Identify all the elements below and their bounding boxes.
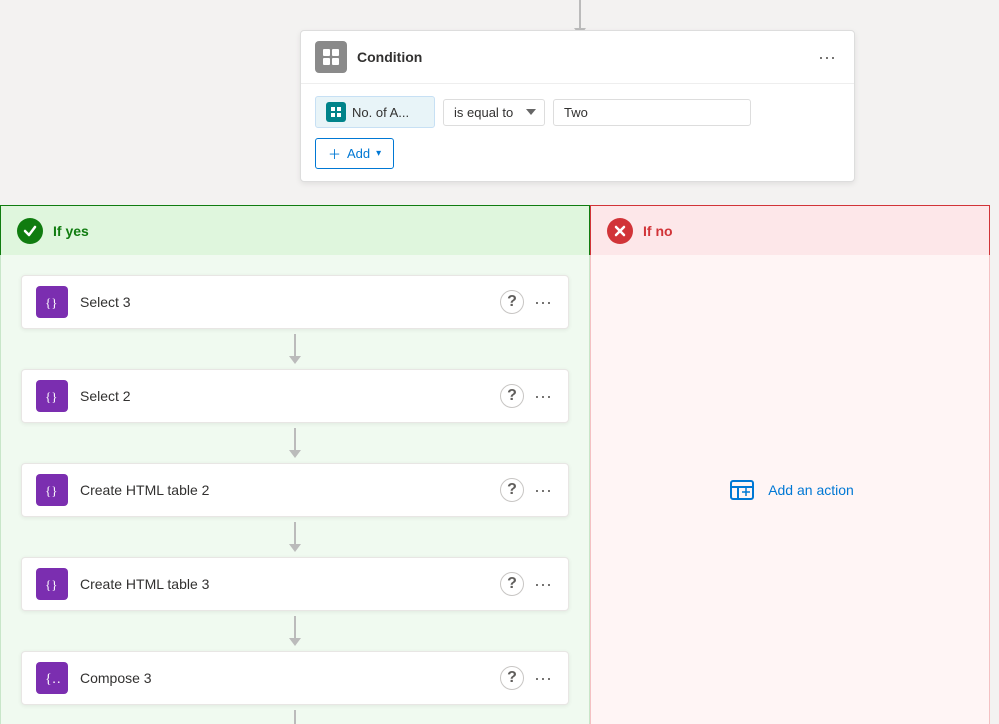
vline-3 [294,522,296,544]
vline-2 [294,428,296,450]
svg-text:{…}: {…} [45,672,61,687]
connector-3 [21,517,569,557]
yes-check-icon [17,218,43,244]
condition-more-button[interactable]: ··· [814,48,840,66]
compose3-label: Compose 3 [80,670,500,686]
condition-icon [315,41,347,73]
no-x-icon [607,218,633,244]
svg-text:{}: {} [45,577,57,592]
branch-no-header: If no [590,205,990,255]
condition-icon-svg [321,47,341,67]
select3-more-button[interactable]: ··· [532,292,554,313]
connector-4 [21,611,569,651]
branch-no-body: Add an action [590,255,990,724]
select3-help-button[interactable]: ? [500,290,524,314]
condition-block: Condition ··· No. of A... [300,30,855,182]
compose3-icon: {…} [36,662,68,694]
connector-2 [21,423,569,463]
branch-no-label: If no [643,223,673,239]
action-card-html3: {} Create HTML table 3 ? ··· [21,557,569,611]
field-icon [326,102,346,122]
html2-icon-svg: {} [43,481,61,499]
select2-actions: ? ··· [500,384,554,408]
add-action-icon [726,474,758,506]
select3-icon-svg: {} [43,293,61,311]
x-svg [613,224,627,238]
action-card-html2: {} Create HTML table 2 ? ··· [21,463,569,517]
select3-label: Select 3 [80,294,500,310]
select2-more-button[interactable]: ··· [532,386,554,407]
html3-more-button[interactable]: ··· [532,574,554,595]
arrow-3 [289,544,301,552]
add-action-button[interactable]: Add an action [714,466,866,514]
html2-label: Create HTML table 2 [80,482,500,498]
select3-actions: ? ··· [500,290,554,314]
condition-value-input[interactable] [553,99,751,126]
action-card-select2: {} Select 2 ? ··· [21,369,569,423]
add-chevron: ▾ [376,148,381,159]
compose3-more-button[interactable]: ··· [532,668,554,689]
branch-yes-body: {} Select 3 ? ··· [0,255,590,724]
select3-icon: {} [36,286,68,318]
add-label: Add [347,146,370,161]
html3-label: Create HTML table 3 [80,576,500,592]
checkmark-svg [23,224,37,238]
html2-icon: {} [36,474,68,506]
select2-help-button[interactable]: ? [500,384,524,408]
action-card-compose3: {…} Compose 3 ? ··· [21,651,569,705]
condition-title: Condition [357,49,814,65]
arrow-4 [289,638,301,646]
select2-icon-svg: {} [43,387,61,405]
arrow-2 [289,450,301,458]
condition-operator-select[interactable]: is equal to [443,99,545,126]
svg-text:{}: {} [45,483,57,498]
field-icon-svg [330,106,342,118]
condition-add-button[interactable]: ＋ Add ▾ [315,138,394,169]
connector-5 [21,705,569,724]
html2-more-button[interactable]: ··· [532,480,554,501]
condition-add-row: ＋ Add ▾ [315,138,840,169]
flow-canvas: Condition ··· No. of A... [0,0,999,724]
connector-1 [21,329,569,369]
html2-actions: ? ··· [500,478,554,502]
html3-actions: ? ··· [500,572,554,596]
html3-icon: {} [36,568,68,600]
select2-label: Select 2 [80,388,500,404]
condition-header: Condition ··· [301,31,854,84]
condition-body: No. of A... is equal to ＋ Add ▾ [301,84,854,181]
html3-icon-svg: {} [43,575,61,593]
condition-field-label: No. of A... [352,105,409,120]
branch-no: If no Add an action [590,205,990,724]
add-plus: ＋ [328,144,341,163]
connector-line [579,0,581,28]
condition-field[interactable]: No. of A... [315,96,435,128]
add-action-label: Add an action [768,482,854,498]
html2-help-button[interactable]: ? [500,478,524,502]
compose3-help-button[interactable]: ? [500,666,524,690]
add-action-svg [730,478,754,502]
vline-4 [294,616,296,638]
branches-container: If yes {} Select 3 ? ··· [0,205,999,724]
branch-yes-label: If yes [53,223,89,239]
svg-text:{}: {} [45,389,57,404]
compose3-actions: ? ··· [500,666,554,690]
compose3-icon-svg: {…} [43,669,61,687]
vline-1 [294,334,296,356]
arrow-1 [289,356,301,364]
branch-yes-header: If yes [0,205,590,255]
condition-row: No. of A... is equal to [315,96,840,128]
vline-5 [294,710,296,724]
select2-icon: {} [36,380,68,412]
html3-help-button[interactable]: ? [500,572,524,596]
svg-text:{}: {} [45,295,57,310]
action-card-select3: {} Select 3 ? ··· [21,275,569,329]
branch-yes: If yes {} Select 3 ? ··· [0,205,590,724]
